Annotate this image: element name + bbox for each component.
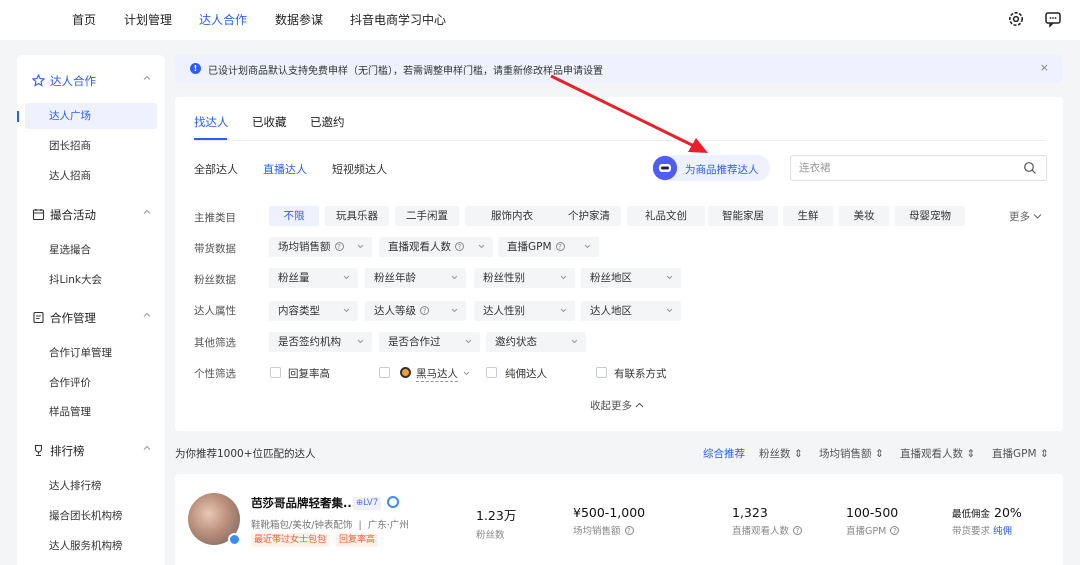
annotation-arrow-icon (550, 74, 708, 153)
